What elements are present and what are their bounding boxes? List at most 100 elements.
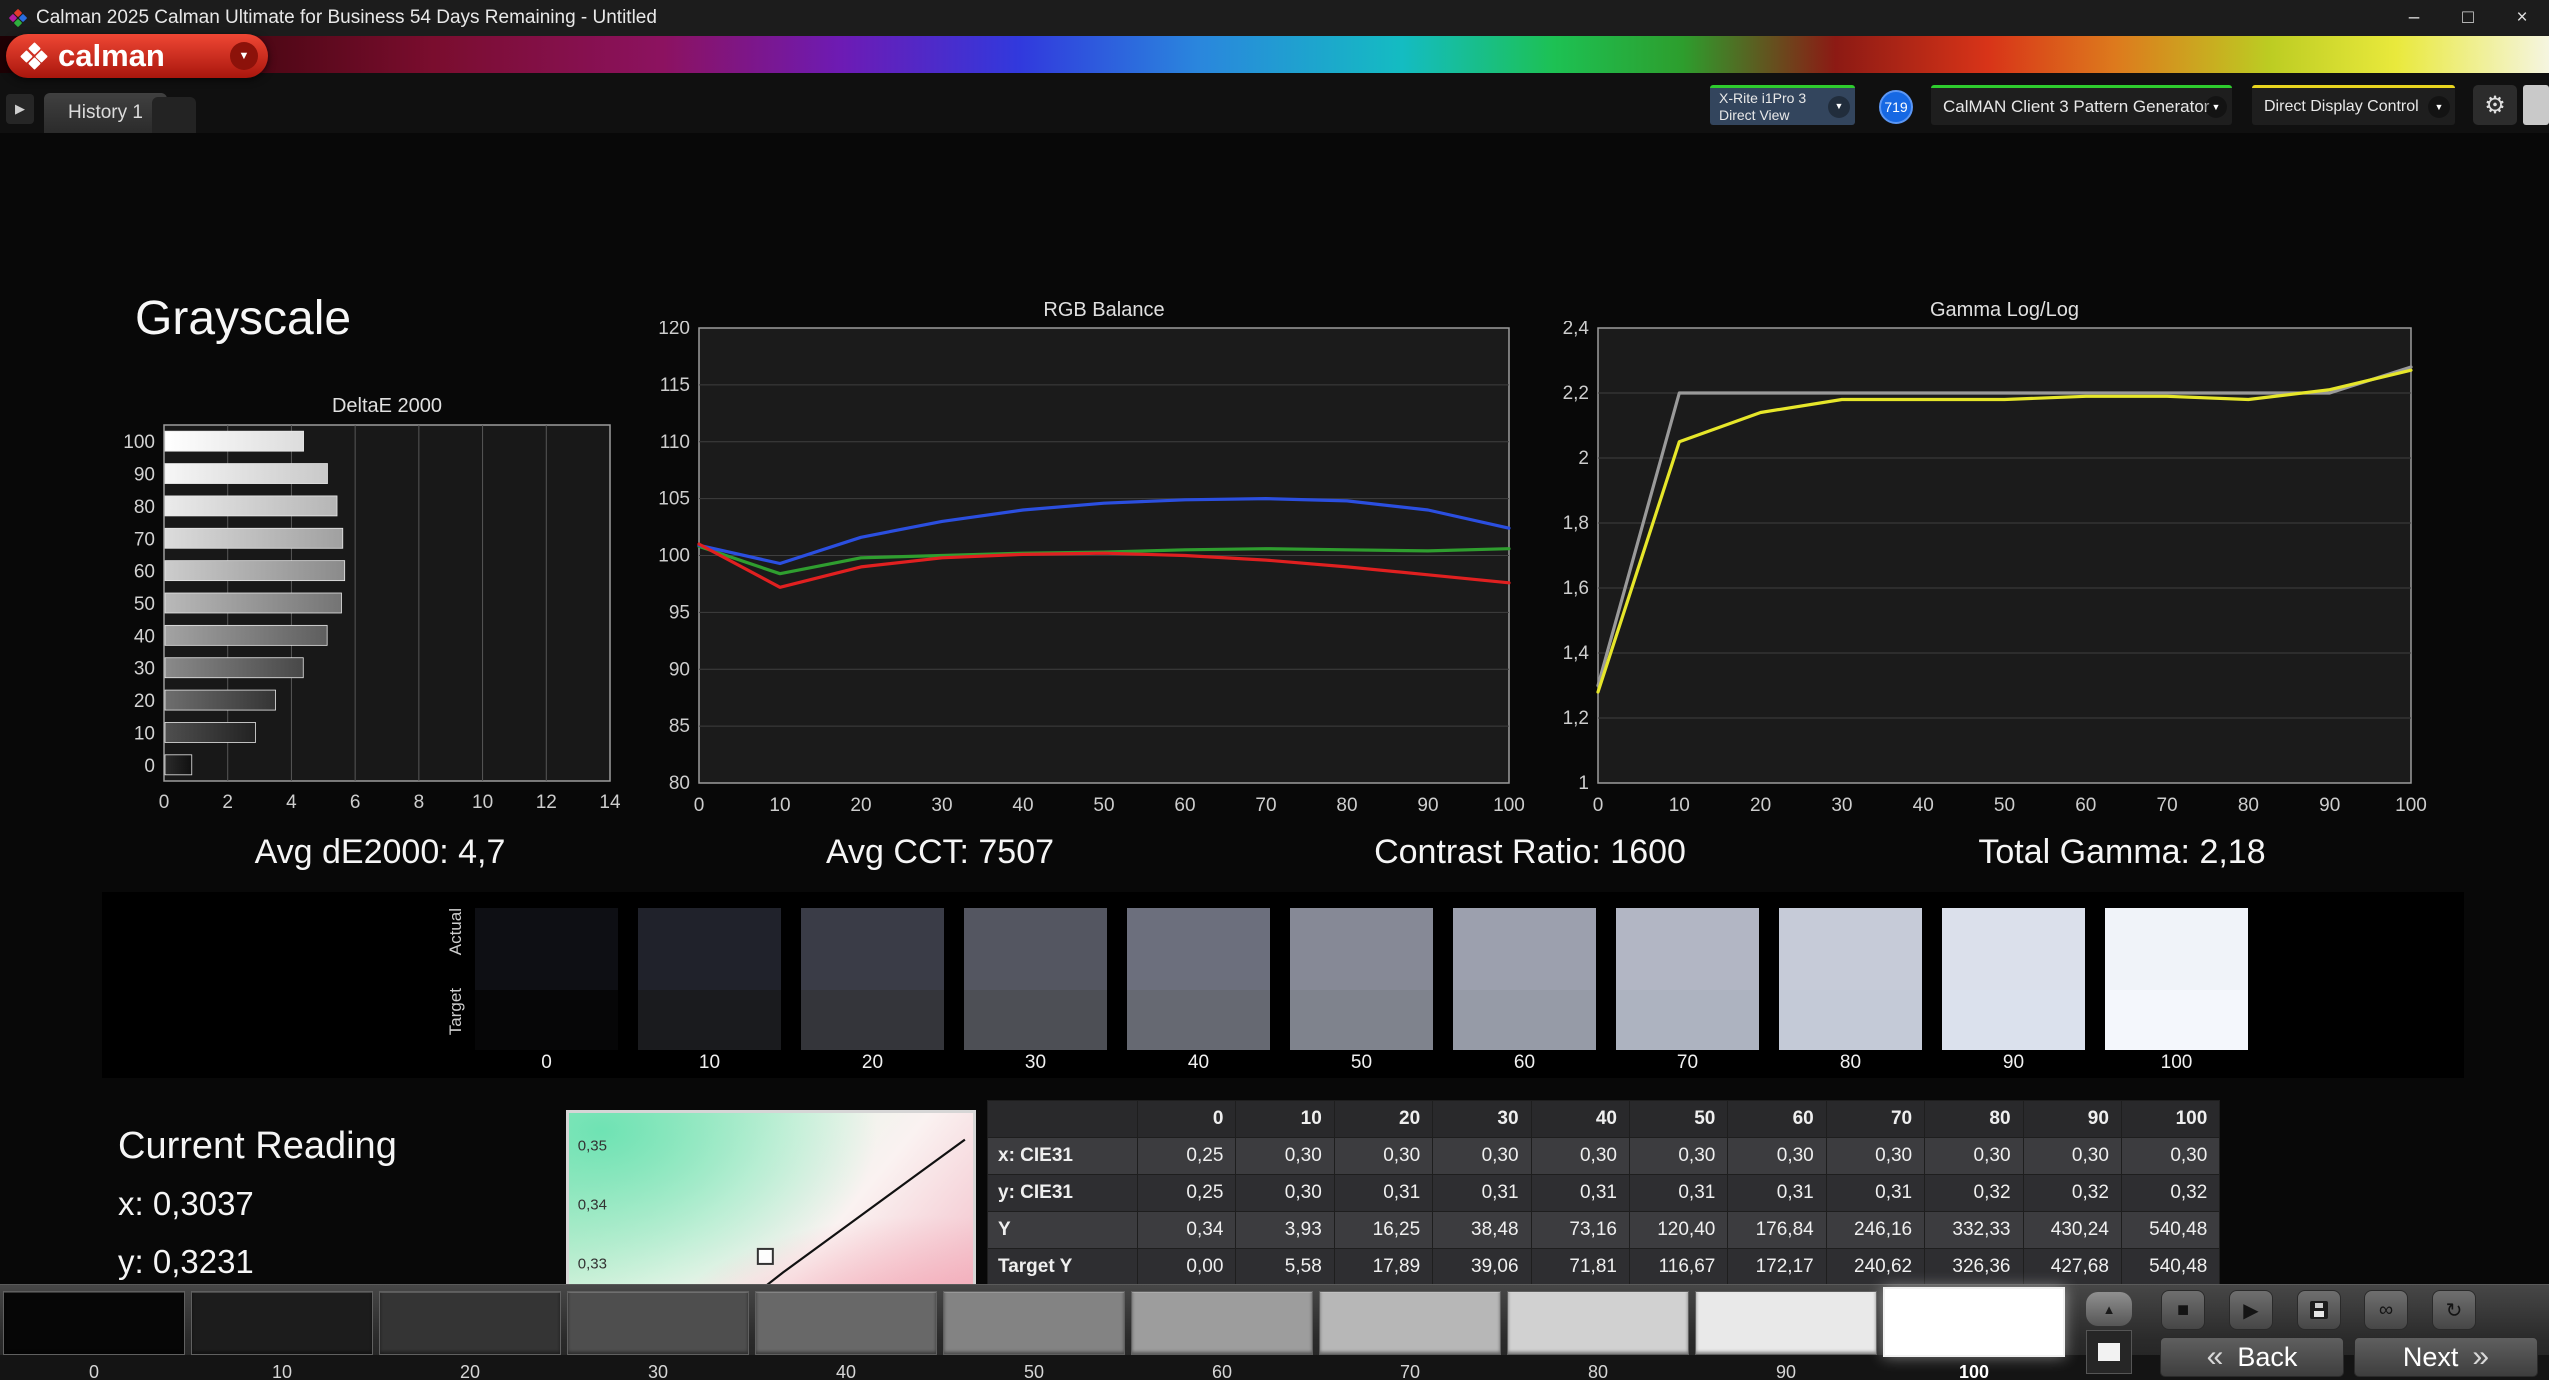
svg-text:2,2: 2,2 bbox=[1563, 383, 1589, 404]
table-cell: 0,30 bbox=[1727, 1137, 1827, 1175]
patch-60[interactable]: 60 bbox=[1131, 1291, 1313, 1380]
grayscale-swatch-70 bbox=[1616, 908, 1759, 1050]
chevron-down-icon[interactable]: ▼ bbox=[2205, 95, 2227, 118]
calman-menu-button[interactable]: calman ▼ bbox=[6, 34, 268, 78]
minimize-icon[interactable]: – bbox=[2387, 0, 2441, 36]
patch-label: 30 bbox=[647, 1362, 669, 1380]
grayscale-swatch-0 bbox=[475, 908, 618, 1050]
patch-face[interactable] bbox=[3, 1291, 185, 1355]
meter-dropdown[interactable]: X-Rite i1Pro 3 Direct View ▼ bbox=[1710, 85, 1855, 125]
svg-text:1,2: 1,2 bbox=[1563, 708, 1589, 729]
tab-history-1[interactable]: History 1 bbox=[44, 93, 167, 133]
current-reading-y: y: 0,3231 bbox=[118, 1243, 254, 1280]
table-col-header: 90 bbox=[2022, 1100, 2122, 1138]
patch-face[interactable] bbox=[379, 1291, 561, 1355]
patch-10[interactable]: 10 bbox=[191, 1291, 373, 1380]
maximize-icon[interactable]: □ bbox=[2441, 0, 2495, 36]
patch-90[interactable]: 90 bbox=[1695, 1291, 1877, 1380]
next-button-label: Next bbox=[2402, 1341, 2459, 1372]
patch-40[interactable]: 40 bbox=[755, 1291, 937, 1380]
swatch-actual-axis-label: Actual bbox=[446, 908, 465, 956]
patch-face[interactable] bbox=[755, 1291, 937, 1355]
patch-face[interactable] bbox=[1319, 1291, 1501, 1355]
patch-face[interactable] bbox=[191, 1291, 373, 1355]
table-cell: 0,25 bbox=[1136, 1174, 1237, 1212]
pattern-window-button[interactable] bbox=[2086, 1330, 2132, 1374]
patch-80[interactable]: 80 bbox=[1507, 1291, 1689, 1380]
collapse-up-button[interactable]: ▲ bbox=[2086, 1292, 2132, 1326]
meter-mode: Direct View bbox=[1719, 106, 1790, 123]
swatch-target bbox=[1942, 990, 2085, 1050]
svg-text:0: 0 bbox=[1593, 795, 1604, 816]
swatch-target bbox=[1127, 990, 1270, 1050]
swatch-actual bbox=[1942, 908, 2085, 991]
chevron-down-icon[interactable]: ▼ bbox=[230, 42, 258, 70]
svg-text:6: 6 bbox=[350, 792, 361, 813]
swatch-label: 60 bbox=[1513, 1052, 1536, 1073]
table-cell: 0,30 bbox=[1530, 1137, 1630, 1175]
svg-text:8: 8 bbox=[414, 792, 425, 813]
swatch-label: 90 bbox=[2002, 1052, 2025, 1073]
table-cell: 0,30 bbox=[1924, 1137, 2024, 1175]
spectrum-banner bbox=[0, 36, 2549, 73]
swatch-label: 10 bbox=[698, 1052, 721, 1073]
table-cell: 430,24 bbox=[2022, 1211, 2122, 1249]
patch-label: 70 bbox=[1399, 1362, 1421, 1380]
patch-face[interactable] bbox=[943, 1291, 1125, 1355]
patch-0[interactable]: 0 bbox=[3, 1291, 185, 1380]
calman-logo-text: calman bbox=[58, 38, 165, 73]
play-button[interactable]: ▶ bbox=[2229, 1290, 2273, 1330]
rgb-balance-chart: 80 85 90 95 100 105 110 115 120 0 10 20 30 40 50 60 70 80… bbox=[658, 321, 1525, 816]
chevron-down-icon[interactable]: ▼ bbox=[2428, 95, 2450, 118]
table-cell: 176,84 bbox=[1727, 1211, 1827, 1249]
swatch-label: 20 bbox=[861, 1052, 884, 1073]
patch-face[interactable] bbox=[567, 1291, 749, 1355]
save-button[interactable] bbox=[2297, 1290, 2341, 1330]
close-icon[interactable]: × bbox=[2495, 0, 2549, 36]
table-cell: 0,32 bbox=[1924, 1174, 2024, 1212]
svg-text:12: 12 bbox=[536, 792, 557, 813]
patch-face[interactable] bbox=[1507, 1291, 1689, 1355]
patch-face[interactable] bbox=[1695, 1291, 1877, 1355]
gamma-chart-title: Gamma Log/Log bbox=[1930, 299, 2079, 321]
svg-text:4: 4 bbox=[286, 792, 297, 813]
svg-text:0,34: 0,34 bbox=[578, 1196, 607, 1213]
svg-text:110: 110 bbox=[660, 432, 690, 453]
patch-50[interactable]: 50 bbox=[943, 1291, 1125, 1380]
pattern-generator-dropdown[interactable]: CalMAN Client 3 Pattern Generator ▼ bbox=[1931, 85, 2232, 125]
table-cell: 0,30 bbox=[2022, 1137, 2122, 1175]
svg-text:2: 2 bbox=[222, 792, 233, 813]
table-cell: 0,00 bbox=[1136, 1248, 1237, 1286]
back-button[interactable]: « Back bbox=[2160, 1337, 2344, 1377]
next-button[interactable]: Next » bbox=[2354, 1337, 2538, 1377]
patch-30[interactable]: 30 bbox=[567, 1291, 749, 1380]
svg-text:90: 90 bbox=[669, 659, 690, 680]
link-button[interactable]: ∞ bbox=[2364, 1290, 2408, 1330]
display-control-dropdown[interactable]: Direct Display Control ▼ bbox=[2252, 85, 2455, 125]
table-row: y: CIE31 0,25 0,30 0,31 0,31 0,31 0,31 0,31 0,31… bbox=[987, 1174, 2221, 1212]
table-col-header: 50 bbox=[1628, 1100, 1729, 1138]
pattern-generator-label: CalMAN Client 3 Pattern Generator bbox=[1943, 96, 2210, 116]
patch-70[interactable]: 70 bbox=[1319, 1291, 1501, 1380]
svg-text:100: 100 bbox=[123, 432, 155, 453]
stop-button[interactable]: ■ bbox=[2161, 1290, 2205, 1330]
chevron-down-icon[interactable]: ▼ bbox=[1828, 95, 1850, 118]
settings-button[interactable]: ⚙ bbox=[2473, 85, 2517, 125]
panel-toggle-button[interactable] bbox=[2523, 85, 2549, 125]
tab-stub[interactable] bbox=[152, 97, 196, 133]
patch-face[interactable] bbox=[1131, 1291, 1313, 1355]
svg-text:2: 2 bbox=[1578, 448, 1589, 469]
swatch-target-axis-label: Target bbox=[446, 988, 465, 1036]
play-icon: ▶ bbox=[2243, 1299, 2259, 1322]
history-expand-button[interactable]: ▶ bbox=[6, 94, 34, 124]
svg-text:100: 100 bbox=[658, 546, 690, 567]
table-cell: 332,33 bbox=[1924, 1211, 2024, 1249]
refresh-button[interactable]: ↻ bbox=[2432, 1290, 2476, 1330]
patch-20[interactable]: 20 bbox=[379, 1291, 561, 1380]
svg-text:0,35: 0,35 bbox=[578, 1137, 607, 1154]
svg-text:80: 80 bbox=[2238, 795, 2259, 816]
patch-face[interactable] bbox=[1883, 1287, 2065, 1357]
patch-100[interactable]: 100 bbox=[1883, 1287, 2065, 1380]
svg-text:60: 60 bbox=[134, 562, 155, 583]
meter-count-badge[interactable]: 719 bbox=[1879, 90, 1913, 124]
